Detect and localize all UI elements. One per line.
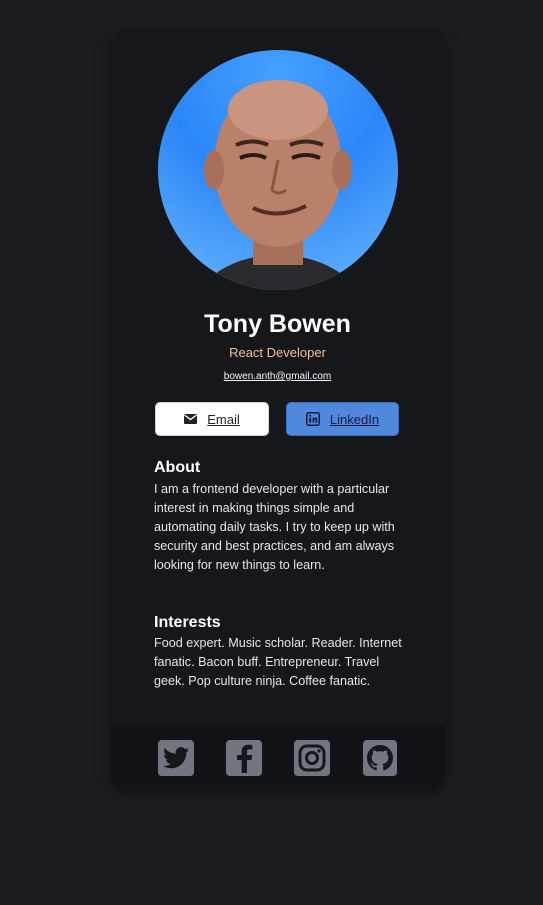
instagram-icon[interactable]	[294, 740, 330, 776]
mail-icon	[184, 414, 198, 424]
about-heading: About	[154, 459, 201, 476]
social-footer	[111, 725, 444, 791]
profile-card: Tony Bowen React Developer bowen.anth@gm…	[111, 34, 444, 791]
email-button-label: Email	[207, 411, 240, 427]
email-button[interactable]: Email	[155, 402, 269, 436]
profile-role: React Developer	[229, 345, 326, 360]
interests-text: Food expert. Music scholar. Reader. Inte…	[154, 636, 402, 688]
interests-heading: Interests	[154, 614, 221, 631]
linkedin-icon	[305, 412, 320, 426]
email-address-link[interactable]: bowen.anth@gmail.com	[111, 371, 444, 382]
profile-name: Tony Bowen	[204, 310, 351, 338]
facebook-icon[interactable]	[226, 740, 262, 776]
linkedin-button-label: LinkedIn	[329, 411, 380, 427]
github-icon[interactable]	[363, 740, 397, 776]
linkedin-button[interactable]: LinkedIn	[286, 402, 399, 436]
avatar	[158, 50, 398, 290]
about-text: I am a frontend developer with a particu…	[154, 482, 395, 572]
twitter-icon[interactable]	[158, 740, 194, 776]
